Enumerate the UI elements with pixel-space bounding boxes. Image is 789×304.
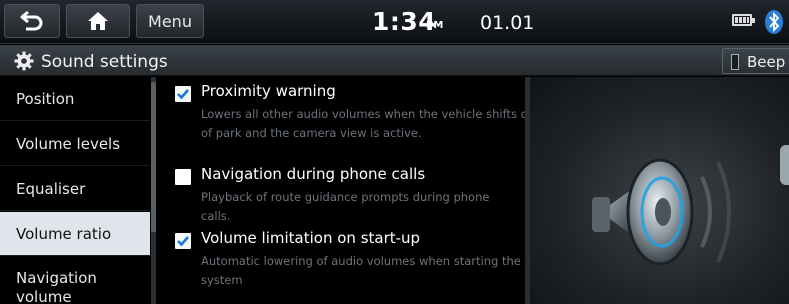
back-arrow-icon — [20, 10, 43, 31]
beep-button[interactable]: Beep — [722, 48, 789, 74]
sidebar-item-volume-levels[interactable]: Volume levels — [0, 122, 150, 166]
battery-icon — [732, 14, 755, 26]
date-display: 01.01 — [480, 12, 535, 34]
speaker-image — [530, 77, 789, 304]
clock-ampm: PM — [426, 20, 444, 31]
back-button[interactable] — [4, 4, 60, 38]
status-bar: Menu 1:34 PM 01.01 — [0, 0, 789, 44]
sidebar-scrollbar[interactable] — [151, 77, 156, 304]
sidebar-item-label: Volume ratio — [16, 224, 112, 243]
panel-handle[interactable] — [780, 145, 789, 185]
option-title: Navigation during phone calls — [201, 165, 426, 183]
sidebar-item-position[interactable]: Position — [0, 77, 150, 121]
checkbox-unchecked-icon[interactable] — [175, 169, 191, 185]
sidebar-menu: Position Volume levels Equaliser Volume … — [0, 77, 150, 304]
option-description: Playback of route guidance prompts durin… — [201, 190, 490, 223]
menu-button-label: Menu — [148, 11, 192, 31]
sidebar-item-equaliser[interactable]: Equaliser — [0, 167, 150, 211]
sidebar-item-label: Position — [16, 89, 75, 108]
checkbox-checked-icon[interactable] — [175, 233, 191, 249]
checkbox-checked-icon[interactable] — [175, 86, 191, 102]
bluetooth-icon — [765, 10, 783, 34]
option-description: Lowers all other audio volumes when the … — [201, 107, 540, 140]
sidebar-item-volume-ratio[interactable]: Volume ratio — [0, 212, 150, 256]
option-title: Proximity warning — [201, 82, 336, 100]
beep-indicator — [731, 54, 739, 70]
page-title: Sound settings — [41, 52, 168, 72]
gear-icon — [14, 51, 34, 71]
sidebar-item-navigation-volume[interactable]: Navigation volume — [0, 261, 130, 304]
speaker-icon — [592, 158, 731, 266]
sidebar-item-label: Equaliser — [16, 179, 86, 198]
option-title: Volume limitation on start-up — [201, 229, 421, 247]
menu-button[interactable]: Menu — [136, 4, 204, 38]
home-button[interactable] — [66, 4, 130, 38]
sidebar-item-label: Volume levels — [16, 134, 121, 153]
beep-label: Beep — [747, 53, 786, 71]
option-description: Automatic lowering of audio volumes when… — [201, 254, 521, 287]
home-icon — [88, 12, 108, 30]
options-list: Proximity warning Lowers all other audio… — [160, 77, 539, 304]
sidebar-item-label: Navigation volume — [16, 269, 97, 304]
scrollbar-thumb[interactable] — [151, 82, 156, 232]
